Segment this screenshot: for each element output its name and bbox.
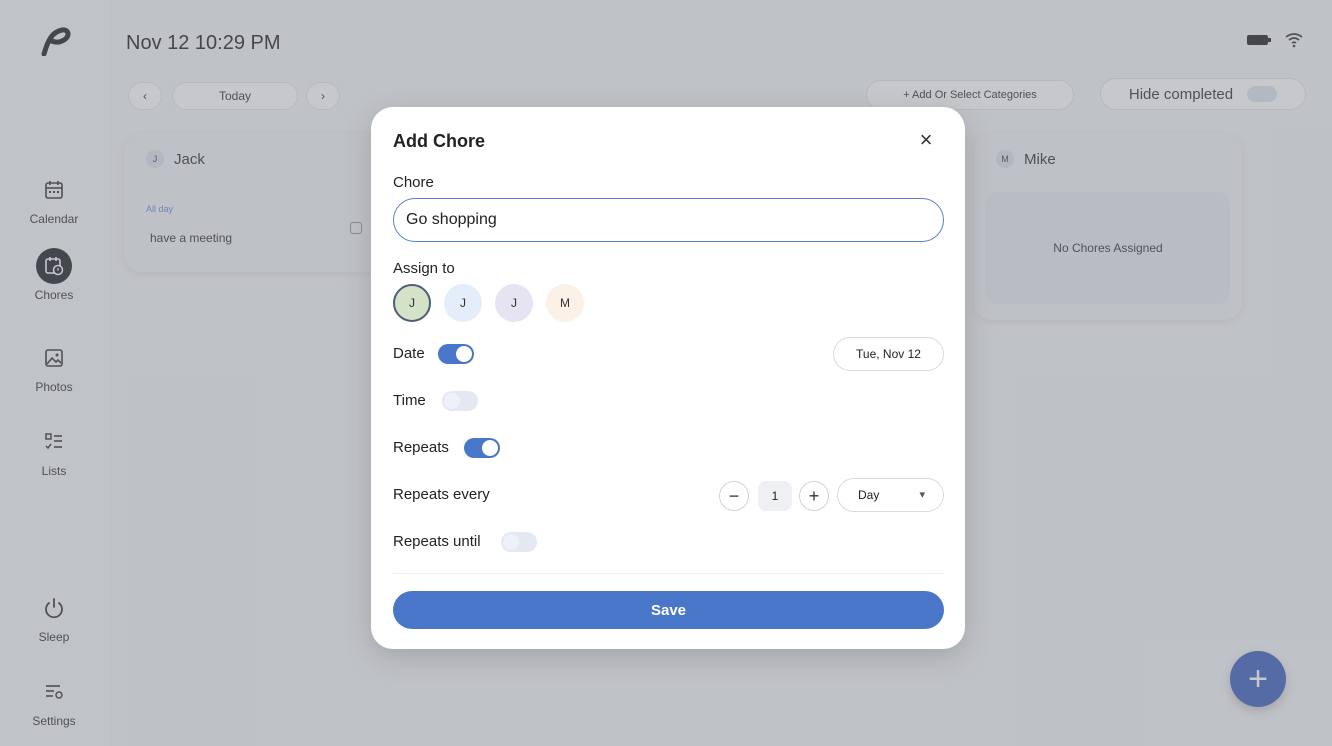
assignee-avatar-2[interactable]: J: [444, 284, 482, 322]
repeats-until-label: Repeats until: [393, 533, 481, 550]
repeat-unit-select[interactable]: Day ▾: [837, 478, 944, 512]
chore-label: Chore: [393, 174, 434, 191]
repeats-toggle[interactable]: [464, 438, 500, 458]
date-toggle[interactable]: [438, 344, 474, 364]
close-icon[interactable]: ×: [915, 129, 937, 151]
assignee-avatar-1[interactable]: J: [393, 284, 431, 322]
chore-input[interactable]: [393, 198, 944, 242]
repeats-every-label: Repeats every: [393, 486, 490, 503]
date-label: Date: [393, 345, 425, 362]
decrement-button[interactable]: −: [719, 481, 749, 511]
dialog-title: Add Chore: [393, 131, 485, 151]
save-button[interactable]: Save: [393, 591, 944, 629]
assignee-avatar-4[interactable]: M: [546, 284, 584, 322]
interval-value[interactable]: 1: [758, 481, 792, 511]
chevron-down-icon: ▾: [919, 489, 925, 501]
date-picker-button[interactable]: Tue, Nov 12: [833, 337, 944, 371]
add-chore-dialog: Add Chore × Chore Assign to J J J M Date…: [371, 107, 965, 649]
repeats-until-toggle[interactable]: [501, 532, 537, 552]
assignee-avatar-3[interactable]: J: [495, 284, 533, 322]
assign-to-label: Assign to: [393, 260, 455, 277]
repeats-label: Repeats: [393, 439, 449, 456]
time-label: Time: [393, 392, 426, 409]
time-toggle[interactable]: [442, 391, 478, 411]
increment-button[interactable]: +: [799, 481, 829, 511]
divider: [393, 573, 944, 574]
repeat-unit-value: Day: [858, 488, 880, 502]
